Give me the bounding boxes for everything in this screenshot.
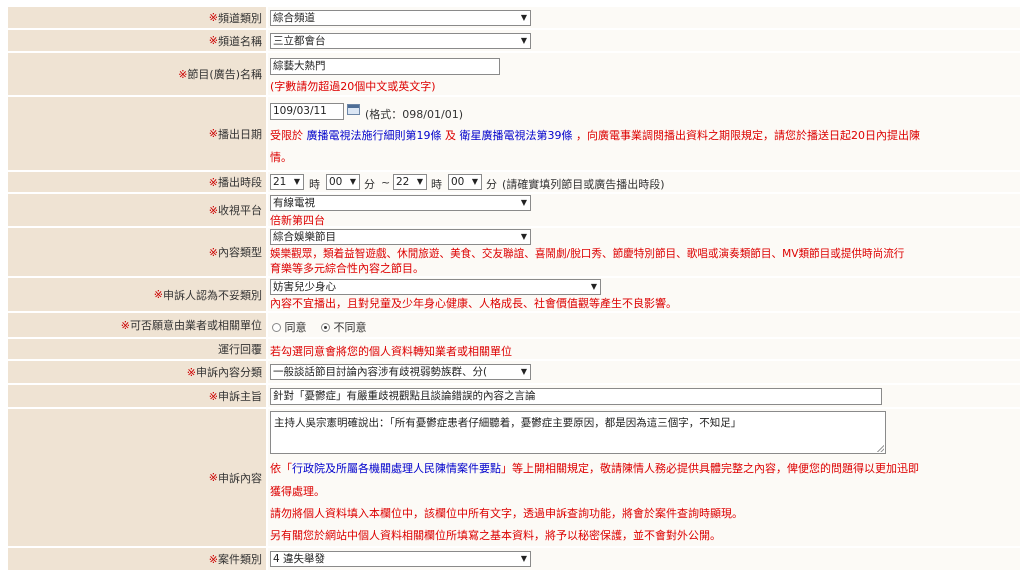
calendar-icon[interactable] bbox=[347, 104, 360, 115]
content-type-select[interactable]: 綜合娛樂節目 ▼ bbox=[270, 229, 531, 245]
row-case-type: ※ 案件類別 4 違失舉發 ▼ bbox=[8, 548, 1020, 570]
air-time-hint: (請確實填列節目或廣告播出時段) bbox=[502, 178, 665, 191]
resize-grip-icon[interactable] bbox=[877, 445, 884, 452]
row-reply: 運行回覆 若勾選同意會將您的個人資料轉知業者或相關單位 bbox=[8, 339, 1020, 359]
chevron-down-icon: ▼ bbox=[293, 177, 300, 186]
content-type-desc: 娛樂觀眾，類着益智遊戲、休閒旅遊、美食、交友聯誼、喜鬧劇/脫口秀、節慶特別節目、… bbox=[270, 248, 905, 260]
end-hour-select[interactable]: 22 ▼ bbox=[393, 174, 427, 190]
chevron-down-icon: ▼ bbox=[349, 177, 356, 186]
content-note-2: 請勿將個人資料填入本欄位中，該欄位中所有文字，透過申訴查詢功能，將會於案件查詢時… bbox=[270, 507, 743, 520]
end-minute-select[interactable]: 00 ▼ bbox=[448, 174, 482, 190]
channel-name-select[interactable]: 三立都會台 ▼ bbox=[270, 33, 531, 49]
chevron-down-icon: ▼ bbox=[520, 13, 527, 22]
content-note-1: 依「行政院及所屬各機關處理人民陳情案件要點」等上開相關規定，敬請陳情人務必提供具… bbox=[270, 462, 919, 475]
date-format-hint: (格式：098/01/01) bbox=[365, 108, 463, 121]
platform-select[interactable]: 有線電視 ▼ bbox=[270, 195, 531, 211]
row-consent: ※ 可否願意由業者或相關單位 同意 不同意 bbox=[8, 313, 1020, 337]
start-minute-select[interactable]: 00 ▼ bbox=[326, 174, 360, 190]
complaint-category-select[interactable]: 妨害兒少身心 ▼ bbox=[270, 279, 601, 295]
chevron-down-icon: ▼ bbox=[520, 198, 527, 207]
consent-yes-option[interactable]: 同意 bbox=[272, 319, 307, 335]
chevron-down-icon: ▼ bbox=[590, 282, 597, 291]
row-subject: ※ 申訴主旨 針對「憂鬱症」有嚴重歧視觀點且談論錯誤的內容之言論 bbox=[8, 385, 1020, 407]
row-air-time: ※ 播出時段 21 ▼ 時 00 ▼ 分 ~ 22 ▼ 時 00 ▼ 分 (請確實填列節目… bbox=[8, 172, 1020, 192]
complaint-form: ※ 頻道類別 綜合頻道 ▼ ※ 頻道名稱 三立都會台 ▼ ※ 節目(廣告)名稱 綜藝大熱門… bbox=[0, 0, 1024, 576]
row-program-name: ※ 節目(廣告)名稱 綜藝大熱門 (字數請勿超過20個中文或英文字) bbox=[8, 53, 1020, 95]
radio-no[interactable] bbox=[321, 323, 330, 332]
subject-input[interactable]: 針對「憂鬱症」有嚴重歧視觀點且談論錯誤的內容之言論 bbox=[270, 388, 882, 405]
content-textarea[interactable]: 主持人吳宗憲明確說出：「所有憂鬱症患者仔細聽着，憂鬱症主要原因，都是因為這三個字… bbox=[270, 411, 886, 454]
row-channel-name: ※ 頻道名稱 三立都會台 ▼ bbox=[8, 30, 1020, 51]
row-complaint-category: ※ 申訴人認為不妥類別 妨害兒少身心 ▼ 內容不宜播出，且對兒童及少年身心健康、人格… bbox=[8, 278, 1020, 311]
reply-note: 若勾選同意會將您的個人資料轉知業者或相關單位 bbox=[270, 345, 512, 358]
row-content: ※ 申訴內容 主持人吳宗憲明確說出：「所有憂鬱症患者仔細聽着，憂鬱症主要原因，都是… bbox=[8, 409, 1020, 546]
start-hour-select[interactable]: 21 ▼ bbox=[270, 174, 304, 190]
channel-type-label: ※ 頻道類別 bbox=[8, 7, 266, 28]
air-date-input[interactable]: 109/03/11 bbox=[270, 103, 344, 120]
chevron-down-icon: ▼ bbox=[520, 232, 527, 241]
row-air-date: ※ 播出日期 109/03/11 (格式：098/01/01) 受限於 廣播電視法… bbox=[8, 97, 1020, 170]
consent-no-option[interactable]: 不同意 bbox=[321, 319, 367, 335]
air-date-note: 受限於 廣播電視法施行細則第19條 及 衛星廣播電視法第39條 ，向廣電事業調閱… bbox=[270, 129, 920, 142]
content-note-3: 另有關您於網站中個人資料相關欄位所填寫之基本資料，將予以秘密保護，並不會對外公開… bbox=[270, 529, 721, 542]
case-type-select[interactable]: 4 違失舉發 ▼ bbox=[270, 551, 531, 567]
row-channel-type: ※ 頻道類別 綜合頻道 ▼ bbox=[8, 7, 1020, 28]
law-link-1[interactable]: 廣播電視法施行細則第19條 bbox=[307, 129, 442, 142]
row-content-type: ※ 內容類型 綜合娛樂節目 ▼ 娛樂觀眾，類着益智遊戲、休閒旅遊、美食、交友聯誼、喜… bbox=[8, 228, 1020, 276]
chevron-down-icon: ▼ bbox=[520, 36, 527, 45]
row-subtype: ※ 申訴內容分類 一般談話節目討論內容涉有歧視弱勢族群、分(▼ bbox=[8, 361, 1020, 383]
program-name-hint: (字數請勿超過20個中文或英文字) bbox=[270, 80, 436, 93]
chevron-down-icon: ▼ bbox=[520, 554, 527, 563]
regulation-link[interactable]: 行政院及所屬各機關處理人民陳情案件要點 bbox=[292, 462, 501, 475]
row-platform: ※ 收視平台 有線電視 ▼ 倍新第四台 bbox=[8, 194, 1020, 227]
chevron-down-icon: ▼ bbox=[471, 177, 478, 186]
law-link-2[interactable]: 衛星廣播電視法第39條 bbox=[460, 129, 573, 142]
chevron-down-icon: ▼ bbox=[520, 367, 527, 376]
complaint-category-desc: 內容不宜播出，且對兒童及少年身心健康、人格成長、社會價值觀等產生不良影響。 bbox=[270, 297, 677, 310]
program-name-input[interactable]: 綜藝大熱門 bbox=[270, 58, 500, 75]
subtype-select[interactable]: 一般談話節目討論內容涉有歧視弱勢族群、分(▼ bbox=[270, 364, 531, 380]
chevron-down-icon: ▼ bbox=[416, 177, 423, 186]
radio-yes[interactable] bbox=[272, 323, 281, 332]
channel-type-select[interactable]: 綜合頻道 ▼ bbox=[270, 10, 531, 26]
platform-sub: 倍新第四台 bbox=[270, 214, 325, 227]
